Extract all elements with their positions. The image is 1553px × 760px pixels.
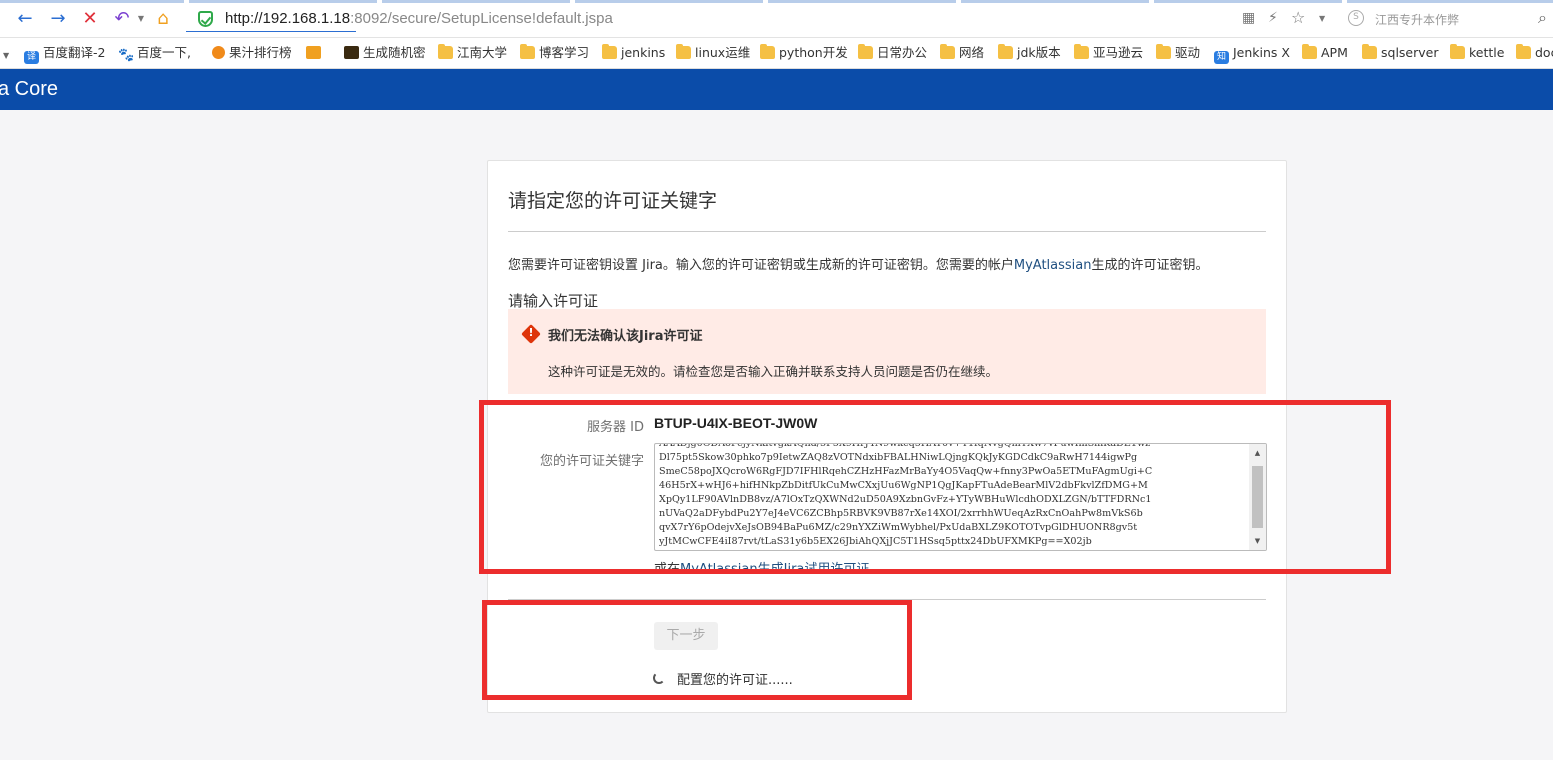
page-title: 请指定您的许可证关键字 [508,190,718,212]
bookmarks-bar: ▼ 译百度翻译-2 🐾 百度一下, 果汁排行榜 生成随机密 江南大学 博客学习 j… [0,38,1553,69]
folder-icon [602,44,617,59]
folder-icon [676,44,691,59]
folder-icon [1074,44,1089,59]
url-text[interactable]: http://192.168.1.18:8092/secure/SetupLic… [225,10,613,27]
bookmark-label: jenkins [621,45,666,60]
intro-prefix: 您需要许可证密钥设置 Jira。输入您的许可证密钥或生成新的许可证密钥。您需要的… [508,258,1014,273]
folder-icon [438,44,453,59]
bookmarks-menu-icon[interactable]: ▼ [3,51,9,60]
folder-icon [1450,44,1465,59]
zhihu-icon: 知 [1214,51,1229,64]
qr-code-icon[interactable]: ▦ [1242,10,1255,26]
bookmark-item[interactable]: APM [1302,44,1348,63]
generator-icon [344,46,359,59]
annotation-box-license [479,400,1391,574]
bookmark-item[interactable]: 网络 [940,44,985,63]
bookmark-item[interactable]: 日常办公 [858,44,928,63]
bookmark-item[interactable]: 知 Jenkins X [1214,45,1290,64]
bookmark-item[interactable]: jenkins [602,44,666,63]
star-icon[interactable]: ☆ [1291,8,1305,27]
error-title: 我们无法确认该Jira许可证 [548,329,703,344]
bookmark-item[interactable]: 译百度翻译-2 [24,45,106,64]
secure-shield-icon [198,11,213,27]
bookmark-label: APM [1321,45,1348,60]
bookmark-label: sqlserver [1381,45,1439,60]
bookmark-label: doc [1535,45,1553,60]
home-icon[interactable]: ⌂ [152,8,174,30]
folder-icon [760,44,775,59]
intro-text: 您需要许可证密钥设置 Jira。输入您的许可证密钥或生成新的许可证密钥。您需要的… [508,254,1209,273]
tab-strip [0,0,1553,3]
folder-icon [998,44,1013,59]
dropdown-arrow-icon[interactable]: ▼ [1319,14,1325,23]
bookmark-label: 博客学习 [539,45,590,60]
bookmark-item[interactable]: sqlserver [1362,44,1439,63]
error-exclamation-icon: ! [528,326,534,339]
bookmark-label: 百度一下, [137,45,191,60]
forward-icon[interactable]: → [47,8,69,30]
section-heading: 请输入许可证 [508,292,599,310]
bookmark-label: 百度翻译-2 [43,45,106,60]
bookmark-item[interactable]: 果汁排行榜 [212,45,292,63]
bookmark-item[interactable]: 博客学习 [520,44,590,63]
bookmark-label: 果汁排行榜 [229,45,292,60]
title-divider [508,231,1266,232]
annotation-box-next [482,600,912,700]
bookmark-item[interactable]: 🐾 百度一下, [118,45,191,63]
search-text: 江西专升本作弊 [1375,13,1460,27]
bookmark-item[interactable]: 亚马逊云 [1074,44,1144,63]
bookmark-label: 驱动 [1175,45,1201,60]
baidu-paw-icon: 🐾 [118,48,135,63]
search-engine-icon: S [1348,10,1364,26]
error-message: 这种许可证是无效的。请检查您是否输入正确并联系支持人员问题是否仍在继续。 [548,364,999,379]
bookmark-item[interactable]: linux运维 [676,44,751,63]
lightning-icon[interactable]: ⚡ [1268,10,1278,26]
back-icon[interactable]: ← [14,8,36,30]
bookmark-item[interactable] [306,45,325,63]
folder-icon [940,44,955,59]
browser-toolbar: ← → ✕ ↶ ▼ ⌂ http://192.168.1.18:8092/sec… [0,0,1553,38]
bookmark-item[interactable]: kettle [1450,44,1505,63]
bookmark-label: jdk版本 [1017,45,1061,60]
address-underline [186,31,356,32]
bookmark-item[interactable]: python开发 [760,44,848,63]
address-bar[interactable]: http://192.168.1.18:8092/secure/SetupLic… [186,8,1216,32]
folder-icon [1516,44,1531,59]
folder-icon [520,44,535,59]
bookmark-item[interactable]: 生成随机密 [344,45,426,63]
folder-icon [1362,44,1377,59]
stop-icon[interactable]: ✕ [79,8,101,30]
search-box[interactable]: S 江西专升本作弊 ⌕ [1346,8,1553,30]
error-message-box: ! 我们无法确认该Jira许可证 这种许可证是无效的。请检查您是否输入正确并联系… [508,309,1266,394]
jira-header: a Core [0,69,1553,110]
product-brand[interactable]: a Core [0,78,58,101]
bookmark-label: 日常办公 [877,45,928,60]
bookmark-label: python开发 [779,45,848,60]
bookmark-item[interactable]: 江南大学 [438,44,508,63]
bookmark-label: kettle [1469,45,1505,60]
translate-icon: 译 [24,51,39,64]
juice-icon [212,46,225,59]
bookmark-label: linux运维 [695,45,751,60]
bookmark-label: 网络 [959,45,985,60]
bookmark-label: Jenkins X [1233,45,1290,60]
intro-suffix: 生成的许可证密钥。 [1091,258,1209,273]
folder-icon [1302,44,1317,59]
dropdown-arrow-icon[interactable]: ▼ [130,8,152,30]
search-icon[interactable]: ⌕ [1538,8,1547,28]
bookmark-item[interactable]: doc [1516,44,1553,63]
bookmark-label: 生成随机密 [363,45,426,60]
package-icon [306,46,321,59]
folder-icon [858,44,873,59]
bookmark-label: 江南大学 [457,45,508,60]
bookmark-label: 亚马逊云 [1093,45,1144,60]
bookmark-item[interactable]: jdk版本 [998,44,1061,63]
folder-icon [1156,44,1171,59]
bookmark-item[interactable]: 驱动 [1156,44,1201,63]
myatlassian-link[interactable]: MyAtlassian [1014,258,1092,273]
